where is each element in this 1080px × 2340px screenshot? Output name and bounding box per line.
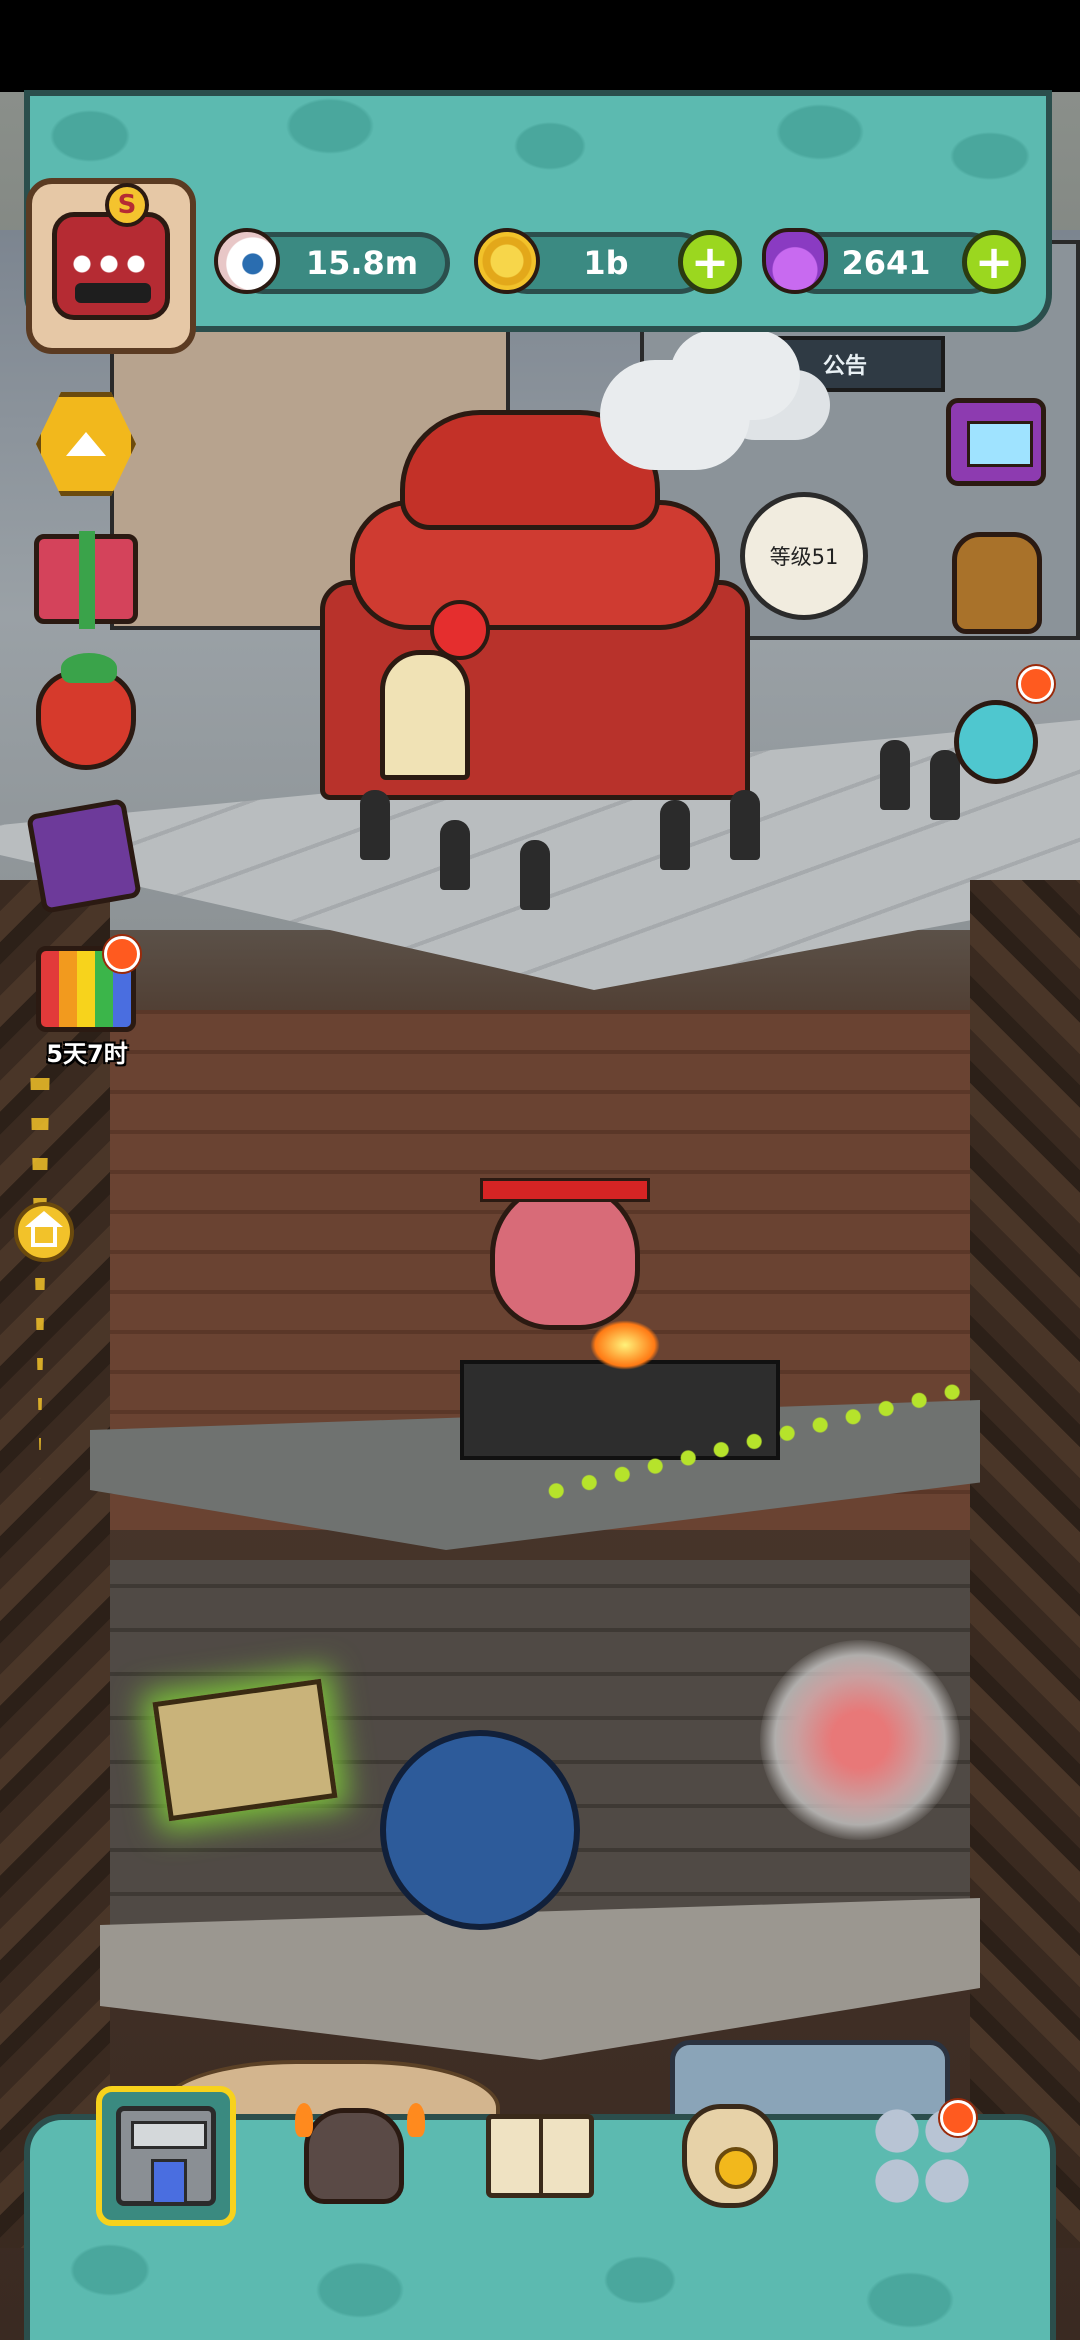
octopus-chef[interactable] bbox=[490, 1180, 640, 1330]
notification-dot bbox=[1018, 666, 1054, 702]
nav-recipe-book-button[interactable] bbox=[470, 2086, 610, 2226]
customer[interactable] bbox=[880, 740, 910, 810]
home-button[interactable] bbox=[14, 1202, 74, 1262]
monster-icon bbox=[295, 2103, 404, 2204]
nav-money-bag-button[interactable] bbox=[660, 2086, 800, 2226]
add-potions-button[interactable]: + bbox=[962, 230, 1026, 294]
dirt-wall-right bbox=[970, 880, 1080, 2248]
add-coins-button[interactable]: + bbox=[678, 230, 742, 294]
gift-box-button[interactable] bbox=[34, 531, 138, 629]
customer[interactable] bbox=[730, 790, 760, 860]
home-icon bbox=[25, 1211, 63, 1247]
chimney-smoke bbox=[600, 360, 750, 470]
customer[interactable] bbox=[660, 800, 690, 870]
pot-monster[interactable] bbox=[380, 1730, 580, 1930]
eyeball-icon bbox=[214, 228, 280, 294]
customer[interactable] bbox=[440, 820, 470, 890]
level-bubble[interactable]: 等级51 bbox=[740, 492, 868, 620]
potion-value: 2641 bbox=[841, 244, 931, 282]
triangle-up-icon bbox=[66, 432, 106, 456]
card-pack-button[interactable] bbox=[26, 798, 142, 914]
rank-badge: S bbox=[105, 183, 149, 227]
stove-fire bbox=[590, 1320, 660, 1370]
coin-icon bbox=[474, 228, 540, 294]
nav-shop-button[interactable] bbox=[96, 2086, 236, 2226]
notification-dot bbox=[940, 2100, 976, 2136]
customer[interactable] bbox=[930, 750, 960, 820]
player-avatar[interactable]: S bbox=[26, 178, 196, 354]
nav-monsters-button[interactable] bbox=[284, 2086, 424, 2226]
avatar-mouth bbox=[75, 283, 151, 303]
vortex-portal[interactable] bbox=[760, 1640, 960, 1840]
eyeball-value: 15.8m bbox=[305, 244, 419, 282]
customer[interactable] bbox=[520, 840, 550, 910]
slime-spellbook[interactable] bbox=[152, 1678, 338, 1822]
book-icon bbox=[486, 2114, 594, 2198]
potion-icon bbox=[762, 228, 828, 294]
coin-value: 1b bbox=[583, 244, 629, 282]
backpack-button[interactable] bbox=[952, 532, 1042, 634]
notification-dot bbox=[104, 936, 140, 972]
strawberry-event-button[interactable] bbox=[36, 653, 136, 770]
dirt-wall-left bbox=[0, 880, 110, 2248]
video-ad-button[interactable] bbox=[946, 398, 1046, 486]
chef-headband bbox=[480, 1178, 650, 1202]
notice-sign[interactable]: 公告 bbox=[745, 336, 945, 392]
customer[interactable] bbox=[360, 790, 390, 860]
monster-avatar-icon: S bbox=[52, 183, 170, 320]
status-bar bbox=[0, 0, 1080, 92]
event-toy-button[interactable] bbox=[954, 700, 1038, 784]
shop-building-icon bbox=[116, 2106, 216, 2206]
avatar-eyes bbox=[71, 253, 153, 275]
shop-door bbox=[380, 650, 470, 780]
money-bag-icon bbox=[682, 2104, 778, 2208]
ornament-ball bbox=[430, 600, 490, 660]
